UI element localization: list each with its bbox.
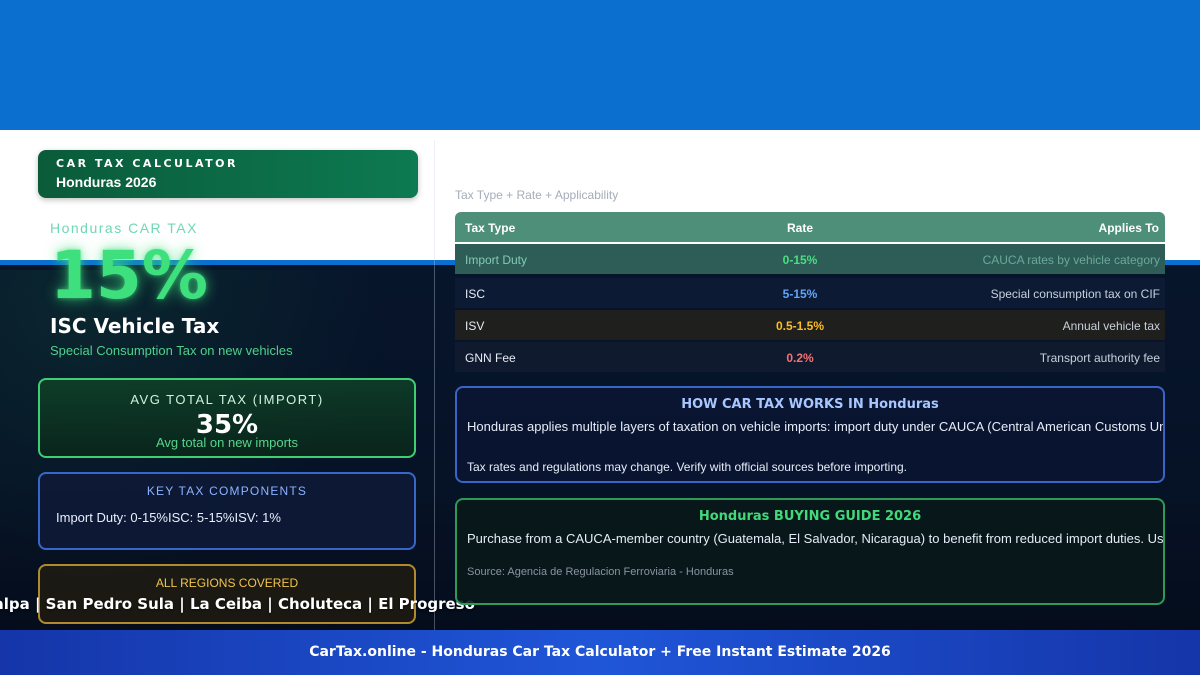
table-row: ISV 0.5-1.5% Annual vehicle tax xyxy=(455,310,1165,340)
brand-subtitle: Honduras 2026 xyxy=(56,174,157,190)
country-label: Honduras CAR TAX xyxy=(50,220,198,236)
cell-rate: 0.5-1.5% xyxy=(775,319,825,333)
how-tax-works-card: HOW CAR TAX WORKS IN Honduras Honduras a… xyxy=(455,386,1165,483)
column-divider xyxy=(434,140,435,630)
top-banner xyxy=(0,0,1200,130)
regions-list: Tegucigalpa | San Pedro Sula | La Ceiba … xyxy=(0,595,475,613)
guide-source: Source: Agencia de Regulacion Ferroviari… xyxy=(467,566,734,578)
guide-text: Purchase from a CAUCA-member country (Gu… xyxy=(467,531,1165,546)
header-rate: Rate xyxy=(786,221,813,235)
brand-card: CAR TAX CALCULATOR Honduras 2026 xyxy=(38,150,418,198)
how-disclaimer: Tax rates and regulations may change. Ve… xyxy=(467,460,908,474)
headline-rate: 15% xyxy=(50,237,208,314)
cell-applies-to: Annual vehicle tax xyxy=(1062,319,1160,333)
how-text: Honduras applies multiple layers of taxa… xyxy=(467,419,1165,434)
avg-tax-note: Avg total on new imports xyxy=(155,435,299,450)
table-caption: Tax Type + Rate + Applicability xyxy=(455,188,619,202)
key-components-card: KEY TAX COMPONENTS Import Duty: 0-15%ISC… xyxy=(38,472,416,550)
tax-description: Special Consumption Tax on new vehicles xyxy=(50,343,293,358)
footer-bar: CarTax.online - Honduras Car Tax Calcula… xyxy=(0,630,1200,675)
brand-title: CAR TAX CALCULATOR xyxy=(56,157,238,170)
how-title: HOW CAR TAX WORKS IN Honduras xyxy=(681,397,939,412)
cell-applies-to: CAUCA rates by vehicle category xyxy=(982,253,1160,267)
guide-title: Honduras BUYING GUIDE 2026 xyxy=(698,509,922,524)
table-row: ISC 5-15% Special consumption tax on CIF xyxy=(455,278,1165,308)
table-header: Tax Type Rate Applies To xyxy=(455,212,1165,242)
components-list: Import Duty: 0-15%ISC: 5-15%ISV: 1% xyxy=(56,510,281,525)
regions-clip: Tegucigalpa | San Pedro Sula | La Ceiba … xyxy=(0,590,495,620)
footer-text: CarTax.online - Honduras Car Tax Calcula… xyxy=(309,644,891,660)
avg-tax-label: AVG TOTAL TAX (IMPORT) xyxy=(130,392,324,407)
tax-name: ISC Vehicle Tax xyxy=(50,314,220,338)
cell-applies-to: Special consumption tax on CIF xyxy=(990,287,1160,301)
avg-total-tax-card: AVG TOTAL TAX (IMPORT) 35% Avg total on … xyxy=(38,378,416,458)
table-row: GNN Fee 0.2% Transport authority fee xyxy=(455,342,1165,372)
components-label: KEY TAX COMPONENTS xyxy=(146,484,308,498)
table-row: Import Duty 0-15% CAUCA rates by vehicle… xyxy=(455,244,1165,274)
buying-guide-card: Honduras BUYING GUIDE 2026 Purchase from… xyxy=(455,498,1165,605)
right-cards-area: HOW CAR TAX WORKS IN Honduras Honduras a… xyxy=(455,386,1200,606)
regions-label: ALL REGIONS COVERED xyxy=(155,576,299,590)
header-applies-to: Applies To xyxy=(1098,221,1159,235)
cell-applies-to: Transport authority fee xyxy=(1039,351,1160,365)
